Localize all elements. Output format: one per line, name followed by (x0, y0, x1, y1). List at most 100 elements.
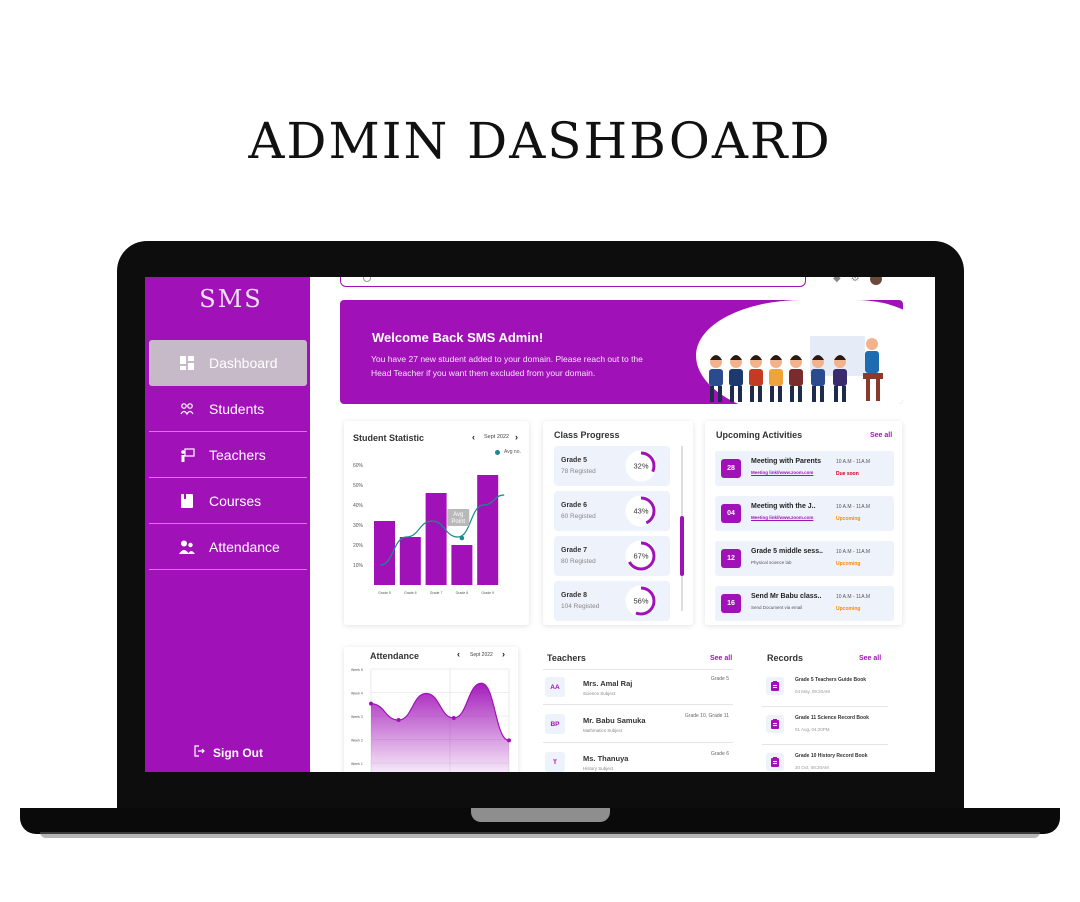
y-tick-label: Week 2 (351, 739, 363, 743)
attendance-card: Attendance ‹ Sept 2022 › Week 5 Week 4 Wee… (344, 647, 518, 772)
section-title: Records (767, 653, 804, 663)
sidebar-item-label: Students (209, 400, 265, 417)
record-row[interactable]: Grade 11 Science Record Book 01 Aug, 04:2… (762, 707, 888, 745)
notification-icon[interactable]: ◆ (833, 277, 841, 285)
class-name: Grade 5 (561, 457, 588, 464)
teacher-row[interactable]: BP Mr. Babu Samuka Mathmatics Subject Grade… (543, 707, 733, 743)
record-row[interactable]: Grade 10 History Record Book 20 Oct, 08:2… (762, 745, 888, 772)
sign-out-label: Sign Out (213, 745, 263, 760)
activity-item[interactable]: 28 Meeting with Parents Meeting link//www.… (715, 451, 894, 486)
section-title: Teachers (547, 653, 586, 663)
see-all-link[interactable]: See all (859, 655, 881, 662)
sidebar: SMS Dashboard Students Teachers Courses … (145, 277, 310, 772)
scrollbar-thumb[interactable] (680, 516, 684, 576)
x-tick-label: Grade 7 (430, 591, 443, 595)
card-title: Attendance (370, 651, 420, 661)
bar[interactable] (451, 545, 473, 585)
class-progress-item[interactable]: Grade 7 80 Registed 67% (554, 536, 670, 576)
next-arrow-icon[interactable]: › (502, 649, 505, 659)
y-tick-label: Week 4 (351, 692, 363, 696)
student-statistic-card: Student Statistic ‹ Sept 2022 › Avg no. … (344, 421, 529, 625)
period-label: Sept 2022 (484, 434, 510, 440)
sidebar-nav: Dashboard Students Teachers Courses Atte… (149, 340, 307, 570)
teacher-name: Mrs. Amal Raj (583, 679, 633, 688)
progress-percent: 32% (633, 462, 648, 471)
record-date: 04 May, 09:20AM (795, 689, 830, 694)
sidebar-item-courses[interactable]: Courses (149, 478, 307, 524)
prev-arrow-icon[interactable]: ‹ (457, 649, 460, 659)
record-name: Grade 10 History Record Book (795, 753, 868, 759)
see-all-link[interactable]: See all (870, 432, 892, 439)
period-label: Sept 2022 (470, 652, 493, 658)
teacher-subject: Mathmatics Subject (583, 728, 623, 733)
page-title: ADMIN DASHBOARD (248, 112, 832, 170)
class-progress-item[interactable]: Grade 5 78 Registed 32% (554, 446, 670, 486)
activity-item[interactable]: 16 Send Mr Babu class.. Send Document via … (715, 586, 894, 621)
class-name: Grade 8 (561, 592, 588, 599)
sidebar-item-dashboard[interactable]: Dashboard (149, 340, 307, 386)
records-section: Records See all Grade 5 Teachers Guide B… (762, 647, 892, 772)
students-illustration (709, 336, 883, 402)
avg-point-marker (459, 535, 465, 541)
activity-item[interactable]: 12 Grade 5 middle sess.. Physical science … (715, 541, 894, 576)
class-name: Grade 7 (561, 547, 588, 554)
activity-subtitle: Physical science lab (751, 560, 792, 565)
attendance-area (371, 683, 509, 772)
attendance-point (396, 718, 401, 722)
record-name: Grade 5 Teachers Guide Book (795, 677, 867, 683)
y-tick-label: 50% (353, 483, 364, 489)
activity-date-badge: 12 (721, 549, 741, 568)
sidebar-item-students[interactable]: Students (149, 386, 307, 432)
search-input[interactable] (340, 277, 806, 287)
activity-subtitle[interactable]: Meeting link//www.zoom.com (751, 470, 813, 475)
teacher-avatar: AA (545, 677, 565, 697)
progress-percent: 56% (633, 597, 648, 606)
class-progress-card: Class Progress Grade 5 78 Registed 32% Grad… (543, 421, 693, 625)
teacher-subject: Science Subject (583, 691, 616, 696)
card-title: Student Statistic (353, 433, 425, 443)
student-statistic-chart: 60% 50% 40% 30% 20% 10% Grade 5 Grade 6 Grade 7 G… (353, 463, 505, 595)
attendance-chart: Week 5 Week 4 Week 3 Week 2 Week 1 (351, 668, 511, 772)
activity-item[interactable]: 04 Meeting with the J.. Meeting link//www.… (715, 496, 894, 531)
activity-date-badge: 04 (721, 504, 741, 523)
activity-title: Meeting with Parents (751, 458, 822, 465)
class-name: Grade 6 (561, 502, 588, 509)
activity-time: 10 A.M - 11A.M (836, 459, 871, 465)
teacher-grade: Grade 5 (710, 676, 729, 682)
x-tick-label: Grade 9 (481, 591, 494, 595)
app-logo[interactable]: SMS (145, 285, 317, 313)
sidebar-item-attendance[interactable]: Attendance (149, 524, 307, 570)
activity-status: Upcoming (836, 606, 861, 612)
card-title: Class Progress (554, 430, 620, 440)
card-title: Upcoming Activities (716, 430, 803, 440)
attendance-point (507, 738, 511, 743)
progress-ring: 56% (625, 585, 657, 617)
sign-out-button[interactable]: Sign Out (194, 745, 263, 760)
bar[interactable] (477, 475, 499, 585)
sidebar-item-teachers[interactable]: Teachers (149, 432, 307, 478)
banner-title: Welcome Back SMS Admin! (372, 330, 544, 345)
prev-arrow-icon[interactable]: ‹ (472, 432, 475, 442)
teacher-row[interactable]: T Ms. Thanuya History Subject Grade 6 (543, 745, 733, 772)
class-progress-item[interactable]: Grade 6 60 Registed 43% (554, 491, 670, 531)
teacher-name: Mr. Babu Samuka (583, 716, 646, 725)
students-icon (179, 401, 195, 417)
tooltip-label: Avg (453, 512, 463, 518)
avatar[interactable] (869, 277, 882, 285)
next-arrow-icon[interactable]: › (515, 432, 518, 442)
app-screen: SMS Dashboard Students Teachers Courses … (145, 277, 935, 772)
sidebar-item-label: Attendance (209, 538, 280, 555)
activity-title: Meeting with the J.. (751, 503, 816, 510)
activity-subtitle[interactable]: Meeting link//www.zoom.com (751, 515, 813, 520)
y-tick-label: Week 1 (351, 762, 363, 766)
teacher-row[interactable]: AA Mrs. Amal Raj Science Subject Grade 5 (543, 669, 733, 705)
teacher-avatar: T (545, 752, 565, 772)
record-row[interactable]: Grade 5 Teachers Guide Book 04 May, 09:20… (762, 669, 888, 707)
y-tick-label: 10% (353, 563, 364, 569)
teacher-subject: History Subject (583, 766, 614, 771)
class-progress-item[interactable]: Grade 8 104 Registed 56% (554, 581, 670, 621)
see-all-link[interactable]: See all (710, 655, 732, 662)
bar[interactable] (399, 537, 421, 585)
bar[interactable] (425, 493, 447, 585)
settings-icon[interactable]: ⚙ (851, 277, 860, 285)
